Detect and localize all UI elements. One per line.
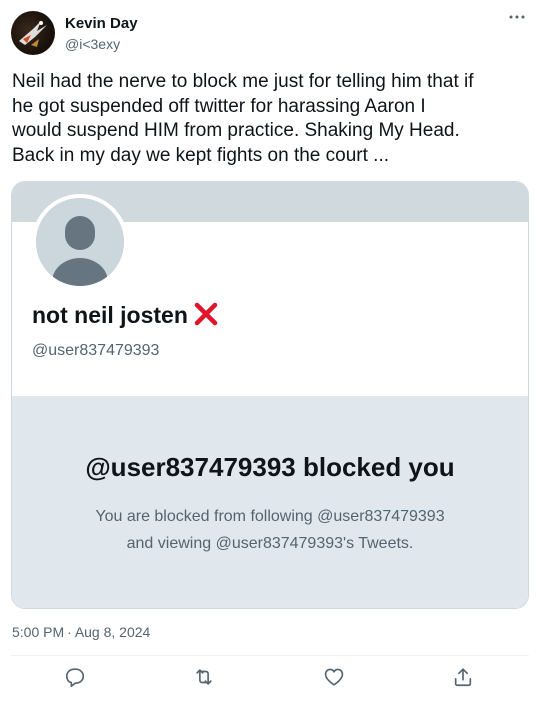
blocked-profile-name-text: not neil josten [32,302,188,328]
retweet-icon[interactable] [193,666,217,690]
blocked-description-line-1: You are blocked from following @user8374… [95,508,445,525]
share-icon[interactable] [452,666,476,690]
avatar-artwork [19,21,47,47]
tweet-timestamp[interactable]: 5:00 PM · Aug 8, 2024 [12,624,150,640]
author-name[interactable]: Kevin Day [65,15,138,32]
attached-image-card[interactable]: not neil josten @user837479393 @user8374… [11,181,529,609]
default-avatar-icon [36,198,124,286]
tweet-text: Neil had the nerve to block me just for … [12,71,474,166]
more-options-icon[interactable] [507,7,527,27]
default-profile-avatar [32,194,128,290]
blocked-title: @user837479393 blocked you [85,452,455,482]
blocked-profile-handle: @user837479393 [32,342,160,359]
tweet-action-bar [0,666,540,692]
author-avatar[interactable] [11,11,55,55]
timestamp-separator: · [67,624,72,640]
tweet-time: 5:00 PM [12,624,65,640]
blocked-profile-name: not neil josten [32,302,218,332]
reply-icon[interactable] [64,666,88,690]
tweet-header: Kevin Day @i<3exy [11,11,529,55]
blocked-notice-panel: @user837479393 blocked you You are block… [12,396,528,608]
blocked-description-line-2: and viewing @user837479393's Tweets. [126,535,414,552]
like-icon[interactable] [323,666,347,690]
author-handle[interactable]: @i<3exy [65,36,120,52]
actions-divider [11,655,529,656]
red-x-icon [194,302,218,332]
tweet-date: Aug 8, 2024 [74,624,151,640]
